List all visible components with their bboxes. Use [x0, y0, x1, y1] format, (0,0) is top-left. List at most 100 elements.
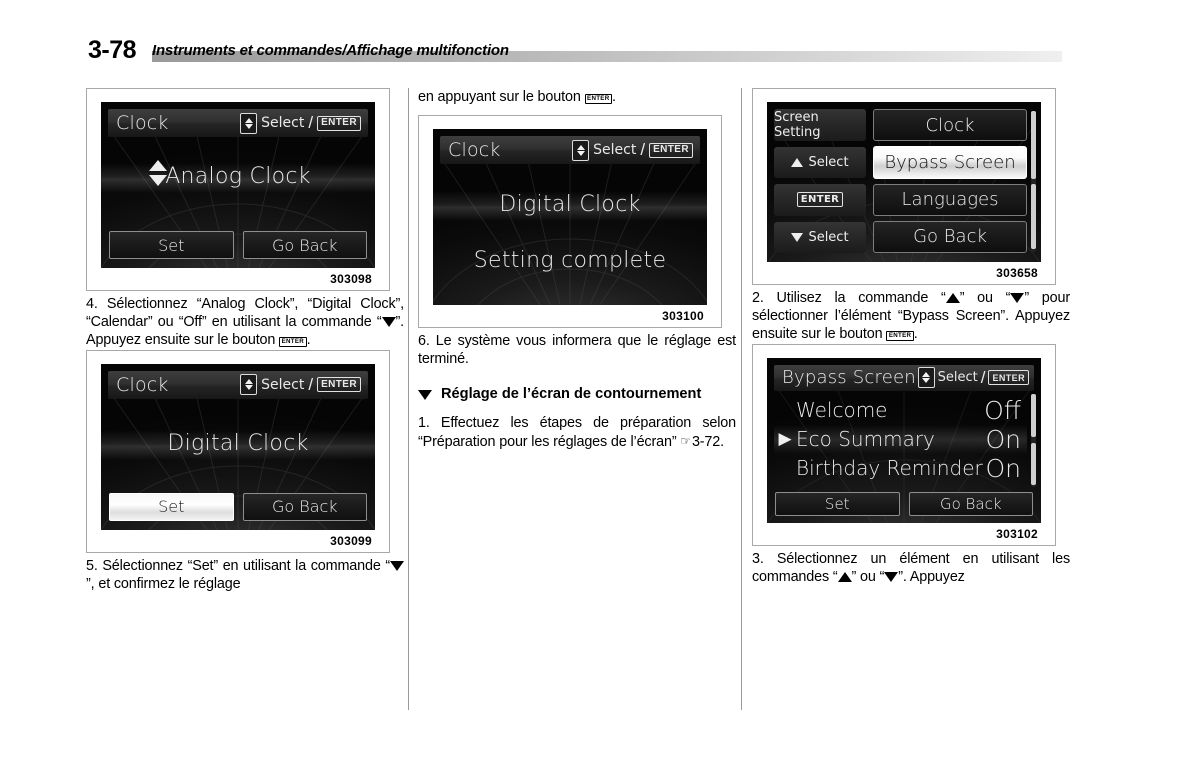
lcd-header-bar: Clock Select / ENTER: [440, 136, 700, 165]
lcd-button-row: Set Go Back: [109, 231, 367, 259]
lcd-header-bar: Bypass Screen Select / ENTER: [774, 364, 1034, 391]
right-column: Screen Setting Select ENTER Select Clock: [752, 88, 1070, 586]
enter-icon[interactable]: ENTER: [317, 377, 361, 393]
enter-icon[interactable]: ENTER: [988, 370, 1029, 386]
continued-text-part-b: .: [612, 89, 616, 105]
bypass-row-label: Birthday Reminder: [796, 456, 983, 481]
select-label: Select: [937, 370, 978, 386]
sidebar-select-up[interactable]: Select: [774, 146, 866, 178]
up-triangle-icon: [945, 293, 960, 303]
figure-303658: Screen Setting Select ENTER Select Clock: [752, 88, 1056, 285]
lcd-screen-analog-clock: Clock Select / ENTER Analog Clock Set Go…: [101, 102, 375, 268]
bypass-row-label: Eco Summary: [796, 427, 935, 452]
enter-button-icon: ENTER: [584, 93, 613, 104]
lcd-screen-screen-setting: Screen Setting Select ENTER Select Clock: [767, 102, 1041, 262]
screen-setting-sidebar: Screen Setting Select ENTER Select: [774, 109, 866, 253]
figure-303100: Clock Select / ENTER Digital Clock Setti…: [418, 115, 722, 329]
bypass-row-value: On: [985, 453, 1021, 483]
bypass-row-value: On: [985, 424, 1021, 454]
step-6-text: 6. Le système vous informera que le régl…: [418, 333, 736, 368]
screen-setting-menu-list: Clock Bypass Screen Languages Go Back: [873, 109, 1027, 253]
figure-303102: Bypass Screen Select / ENTER Welcome Off: [752, 343, 1056, 546]
figure-303098: Clock Select / ENTER Analog Clock Set Go…: [86, 88, 390, 291]
section-heading-text: Réglage de l’écran de contournement: [441, 385, 702, 402]
bypass-scrollbar[interactable]: [1031, 393, 1036, 487]
down-triangle-icon: [390, 560, 404, 571]
step-2-part-a: 2. Utilisez la commande “: [752, 290, 946, 306]
lcd-header-bar: Clock Select / ENTER: [108, 109, 368, 137]
manual-page: 3-78 Instruments et commandes/Affichage …: [0, 0, 1200, 763]
step-4-part-c: .: [306, 332, 311, 349]
figure-caption: 303102: [996, 526, 1038, 541]
middle-column: en appuyant sur le bouton ENTER. Clock S…: [418, 88, 736, 452]
step-1-text: 1. Effectuez les étapes de préparation s…: [418, 414, 736, 451]
enter-icon: ENTER: [796, 192, 844, 208]
lcd-screen-bypass-screen: Bypass Screen Select / ENTER Welcome Off: [767, 357, 1041, 523]
sidebar-select-down[interactable]: Select: [774, 221, 866, 253]
section-heading-row: Réglage de l’écran de contournement: [418, 385, 736, 404]
header-title: Instruments et commandes/Affichage multi…: [152, 42, 509, 59]
up-down-arrow-icon[interactable]: [240, 374, 258, 396]
page-number: 3-78: [88, 36, 137, 64]
lcd-set-button[interactable]: Set: [109, 492, 234, 521]
up-triangle-icon: [837, 571, 852, 582]
bypass-row-welcome[interactable]: Welcome Off: [774, 396, 1027, 425]
lcd-center-text: Analog Clock: [165, 164, 311, 189]
lcd-go-back-button[interactable]: Go Back: [242, 231, 367, 259]
up-down-arrow-icon[interactable]: [917, 367, 935, 389]
sidebar-enter[interactable]: ENTER: [774, 184, 866, 216]
sidebar-label-screen-setting: Screen Setting: [774, 109, 866, 141]
menu-item-clock[interactable]: Clock: [873, 109, 1027, 142]
separator-slash: /: [640, 140, 646, 160]
row-marker-icon: ▶: [778, 429, 792, 449]
column-divider-2: [741, 88, 742, 710]
lcd-center-text: Digital Clock: [167, 430, 309, 456]
down-triangle-icon: [884, 571, 899, 582]
step-4-part-a: 4. Sélectionnez “Analog Clock”, “Digital…: [86, 296, 404, 331]
separator-slash: /: [308, 374, 314, 394]
menu-item-go-back[interactable]: Go Back: [873, 220, 1027, 253]
down-triangle-icon: [1010, 293, 1025, 303]
up-down-arrow-icon[interactable]: [572, 139, 590, 161]
figure-caption: 303099: [330, 533, 372, 548]
left-column: Clock Select / ENTER Analog Clock Set Go…: [86, 88, 404, 593]
lcd-set-button[interactable]: Set: [775, 491, 900, 516]
figure-caption: 303100: [662, 309, 704, 324]
pointing-hand-icon: ☞: [680, 434, 691, 449]
page-header: 3-78 Instruments et commandes/Affichage …: [0, 36, 1200, 70]
step-2-text: 2. Utilisez la commande “” ou “” pour sé…: [752, 289, 1070, 344]
up-triangle-icon: [791, 157, 804, 167]
figure-caption: 303658: [996, 266, 1038, 280]
bypass-row-birthday-reminder[interactable]: Birthday Reminder On: [774, 454, 1027, 483]
lcd-set-button[interactable]: Set: [109, 231, 234, 259]
sidebar-select-up-label: Select: [808, 154, 849, 170]
menu-scrollbar[interactable]: [1031, 111, 1036, 252]
bypass-item-list: Welcome Off ▶ Eco Summary On Birthday Re…: [774, 396, 1027, 483]
down-triangle-icon: [791, 232, 804, 242]
lcd-title: Clock: [116, 373, 169, 396]
lcd-go-back-button[interactable]: Go Back: [908, 491, 1033, 516]
lcd-title: Clock: [116, 112, 169, 134]
lcd-title: Bypass Screen: [782, 367, 916, 389]
step-5-part-b: ”, et confirmez le réglage: [86, 575, 241, 592]
bypass-row-label: Welcome: [796, 398, 888, 423]
enter-button-icon: ENTER: [886, 330, 914, 341]
bypass-row-eco-summary[interactable]: ▶ Eco Summary On: [774, 424, 1027, 454]
select-label: Select: [261, 376, 305, 393]
enter-button-icon: ENTER: [279, 336, 307, 347]
enter-icon[interactable]: ENTER: [317, 115, 361, 131]
down-triangle-icon: [381, 317, 396, 328]
select-label: Select: [261, 115, 305, 131]
menu-item-languages[interactable]: Languages: [873, 183, 1027, 216]
lcd-button-row: Set Go Back: [109, 492, 367, 521]
lcd-go-back-button[interactable]: Go Back: [242, 492, 367, 521]
step-3-text: 3. Sélectionnez un élément en utilisant …: [752, 550, 1070, 586]
step-1-page-reference: 3-72.: [691, 434, 724, 451]
menu-item-bypass-screen[interactable]: Bypass Screen: [873, 146, 1027, 179]
lcd-center-text: Digital Clock: [499, 192, 641, 218]
lcd-header-bar: Clock Select / ENTER: [108, 370, 368, 399]
lcd-screen-setting-complete: Clock Select / ENTER Digital Clock Setti…: [433, 129, 707, 306]
step-3-part-c: ”. Appuyez: [898, 568, 965, 585]
up-down-arrow-icon[interactable]: [240, 112, 258, 134]
enter-icon[interactable]: ENTER: [649, 142, 693, 158]
